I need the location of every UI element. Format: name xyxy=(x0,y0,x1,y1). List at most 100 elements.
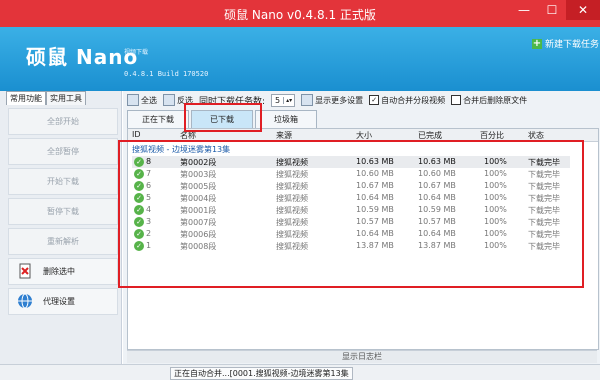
row-source: 搜狐视频 xyxy=(276,158,308,167)
select-all-label: 全选 xyxy=(141,95,157,105)
header-status[interactable]: 状态 xyxy=(528,130,544,141)
proxy-settings-label: 代理设置 xyxy=(43,297,75,306)
row-name: 第0006段 xyxy=(180,230,217,239)
globe-icon xyxy=(18,293,32,309)
header-size[interactable]: 大小 xyxy=(356,130,372,141)
table-row[interactable]: ✓ 6 第0005段 搜狐视频 10.67 MB 10.67 MB 100% 下… xyxy=(132,180,570,192)
row-done: 10.60 MB xyxy=(418,169,456,178)
check-icon: ✓ xyxy=(134,217,144,227)
tab-downloaded[interactable]: 已下载 xyxy=(191,110,253,128)
delete-after-merge-checkbox[interactable]: 合并后删除原文件 xyxy=(451,95,527,106)
new-task-button[interactable]: + 新建下载任务 xyxy=(532,37,599,50)
table-row[interactable]: ✓ 5 第0004段 搜狐视频 10.64 MB 10.64 MB 100% 下… xyxy=(132,192,570,204)
pause-all-button[interactable]: 全部暂停 xyxy=(8,138,118,165)
row-percent: 100% xyxy=(484,229,507,238)
row-size: 10.64 MB xyxy=(356,193,394,202)
table-row[interactable]: ✓ 8 第0002段 搜狐视频 10.63 MB 10.63 MB 100% 下… xyxy=(132,156,570,168)
main-panel: 全选 反选 同时下载任务数: 5 ▴▾ 显示更多设置 ✓ 自动合并分段视频 合并… xyxy=(123,91,600,379)
row-name: 第0005段 xyxy=(180,182,217,191)
table-row[interactable]: ✓ 1 第0008段 搜狐视频 13.87 MB 13.87 MB 100% 下… xyxy=(132,240,570,252)
header-name[interactable]: 名称 xyxy=(180,130,196,141)
row-done: 10.64 MB xyxy=(418,193,456,202)
row-status: 下载完毕 xyxy=(528,158,560,167)
row-percent: 100% xyxy=(484,241,507,250)
plus-icon: + xyxy=(532,37,542,49)
row-status: 下载完毕 xyxy=(528,206,560,215)
row-size: 10.59 MB xyxy=(356,205,394,214)
row-percent: 100% xyxy=(484,205,507,214)
maximize-button[interactable]: ☐ xyxy=(538,0,566,20)
delete-selected-button[interactable]: 删除选中 xyxy=(8,258,118,285)
start-all-button[interactable]: 全部开始 xyxy=(8,108,118,135)
row-percent: 100% xyxy=(484,217,507,226)
new-task-label: 新建下载任务 xyxy=(545,40,600,50)
check-icon: ✓ xyxy=(134,193,144,203)
row-source: 搜狐视频 xyxy=(276,194,308,203)
more-settings-label: 显示更多设置 xyxy=(315,95,364,105)
auto-merge-checkbox[interactable]: ✓ 自动合并分段视频 xyxy=(369,95,445,106)
pause-download-button[interactable]: 暂停下载 xyxy=(8,198,118,225)
row-source: 搜狐视频 xyxy=(276,170,308,179)
stepper-arrows-icon[interactable]: ▴▾ xyxy=(283,96,294,104)
download-tabs: 正在下载 已下载 垃圾箱 xyxy=(127,110,317,128)
row-done: 10.63 MB xyxy=(418,157,456,166)
delete-file-icon xyxy=(19,263,31,279)
check-icon: ✓ xyxy=(134,205,144,215)
concurrent-stepper[interactable]: 5 ▴▾ xyxy=(271,93,296,107)
logo-cn: 硕鼠 xyxy=(26,45,68,69)
select-all-button[interactable]: 全选 xyxy=(127,94,157,106)
tab-utilities[interactable]: 实用工具 xyxy=(46,91,86,105)
row-percent: 100% xyxy=(484,181,507,190)
row-size: 13.87 MB xyxy=(356,241,394,250)
row-done: 10.64 MB xyxy=(418,229,456,238)
row-done: 13.87 MB xyxy=(418,241,456,250)
sidebar-tabs: 常用功能 实用工具 xyxy=(6,91,86,105)
more-settings-button[interactable]: 显示更多设置 xyxy=(301,94,363,106)
app-header: 硕鼠 Nano 视频下载 0.4.8.1 Build 170520 + 新建下载… xyxy=(0,27,600,91)
row-id: 3 xyxy=(146,217,152,226)
header-done[interactable]: 已完成 xyxy=(418,130,442,141)
header-percent[interactable]: 百分比 xyxy=(480,130,504,141)
sidebar: 常用功能 实用工具 全部开始 全部暂停 开始下载 暂停下载 重新解析 删除选中 … xyxy=(0,91,122,379)
check-icon: ✓ xyxy=(134,229,144,239)
row-status: 下载完毕 xyxy=(528,194,560,203)
tab-common-functions[interactable]: 常用功能 xyxy=(6,91,46,105)
row-size: 10.60 MB xyxy=(356,169,394,178)
row-id: 5 xyxy=(146,193,152,202)
tab-downloading[interactable]: 正在下载 xyxy=(127,110,189,128)
invert-selection-button[interactable]: 反选 xyxy=(163,94,193,106)
table-row[interactable]: ✓ 2 第0006段 搜狐视频 10.64 MB 10.64 MB 100% 下… xyxy=(132,228,570,240)
row-size: 10.57 MB xyxy=(356,217,394,226)
table-row[interactable]: ✓ 4 第0001段 搜狐视频 10.59 MB 10.59 MB 100% 下… xyxy=(132,204,570,216)
row-status: 下载完毕 xyxy=(528,230,560,239)
status-bar: 正在自动合并...[0001.搜狐视频-边境迷雾第13集 xyxy=(0,364,600,380)
log-bar-toggle[interactable]: 显示日志栏 xyxy=(127,350,597,363)
reparse-button[interactable]: 重新解析 xyxy=(8,228,118,255)
row-name: 第0001段 xyxy=(180,206,217,215)
check-icon: ✓ xyxy=(134,241,144,251)
table-row[interactable]: ✓ 7 第0003段 搜狐视频 10.60 MB 10.60 MB 100% 下… xyxy=(132,168,570,180)
auto-merge-label: 自动合并分段视频 xyxy=(381,95,446,105)
delete-after-merge-label: 合并后删除原文件 xyxy=(463,95,528,105)
row-status: 下载完毕 xyxy=(528,218,560,227)
title-bar: 硕鼠 Nano v0.4.8.1 正式版 — ☐ ✕ xyxy=(0,0,600,27)
row-id: 7 xyxy=(146,169,152,178)
download-table: ID 名称 来源 大小 已完成 百分比 状态 搜狐视频 - 边境迷雾第13集 ✓… xyxy=(127,128,599,350)
logo-subtitle: 视频下载 xyxy=(124,49,149,56)
table-row[interactable]: ✓ 3 第0007段 搜狐视频 10.57 MB 10.57 MB 100% 下… xyxy=(132,216,570,228)
header-id[interactable]: ID xyxy=(132,130,141,139)
row-id: 2 xyxy=(146,229,152,238)
tab-trash[interactable]: 垃圾箱 xyxy=(255,110,317,128)
row-size: 10.64 MB xyxy=(356,229,394,238)
row-id: 8 xyxy=(146,157,152,166)
row-source: 搜狐视频 xyxy=(276,230,308,239)
group-title[interactable]: 搜狐视频 - 边境迷雾第13集 xyxy=(132,144,230,155)
close-button[interactable]: ✕ xyxy=(566,0,600,20)
proxy-settings-button[interactable]: 代理设置 xyxy=(8,288,118,315)
minimize-button[interactable]: — xyxy=(510,0,538,20)
concurrent-label: 同时下载任务数: xyxy=(199,96,266,107)
version-label: 0.4.8.1 Build 170520 xyxy=(124,70,209,78)
start-download-button[interactable]: 开始下载 xyxy=(8,168,118,195)
row-done: 10.59 MB xyxy=(418,205,456,214)
header-source[interactable]: 来源 xyxy=(276,130,292,141)
